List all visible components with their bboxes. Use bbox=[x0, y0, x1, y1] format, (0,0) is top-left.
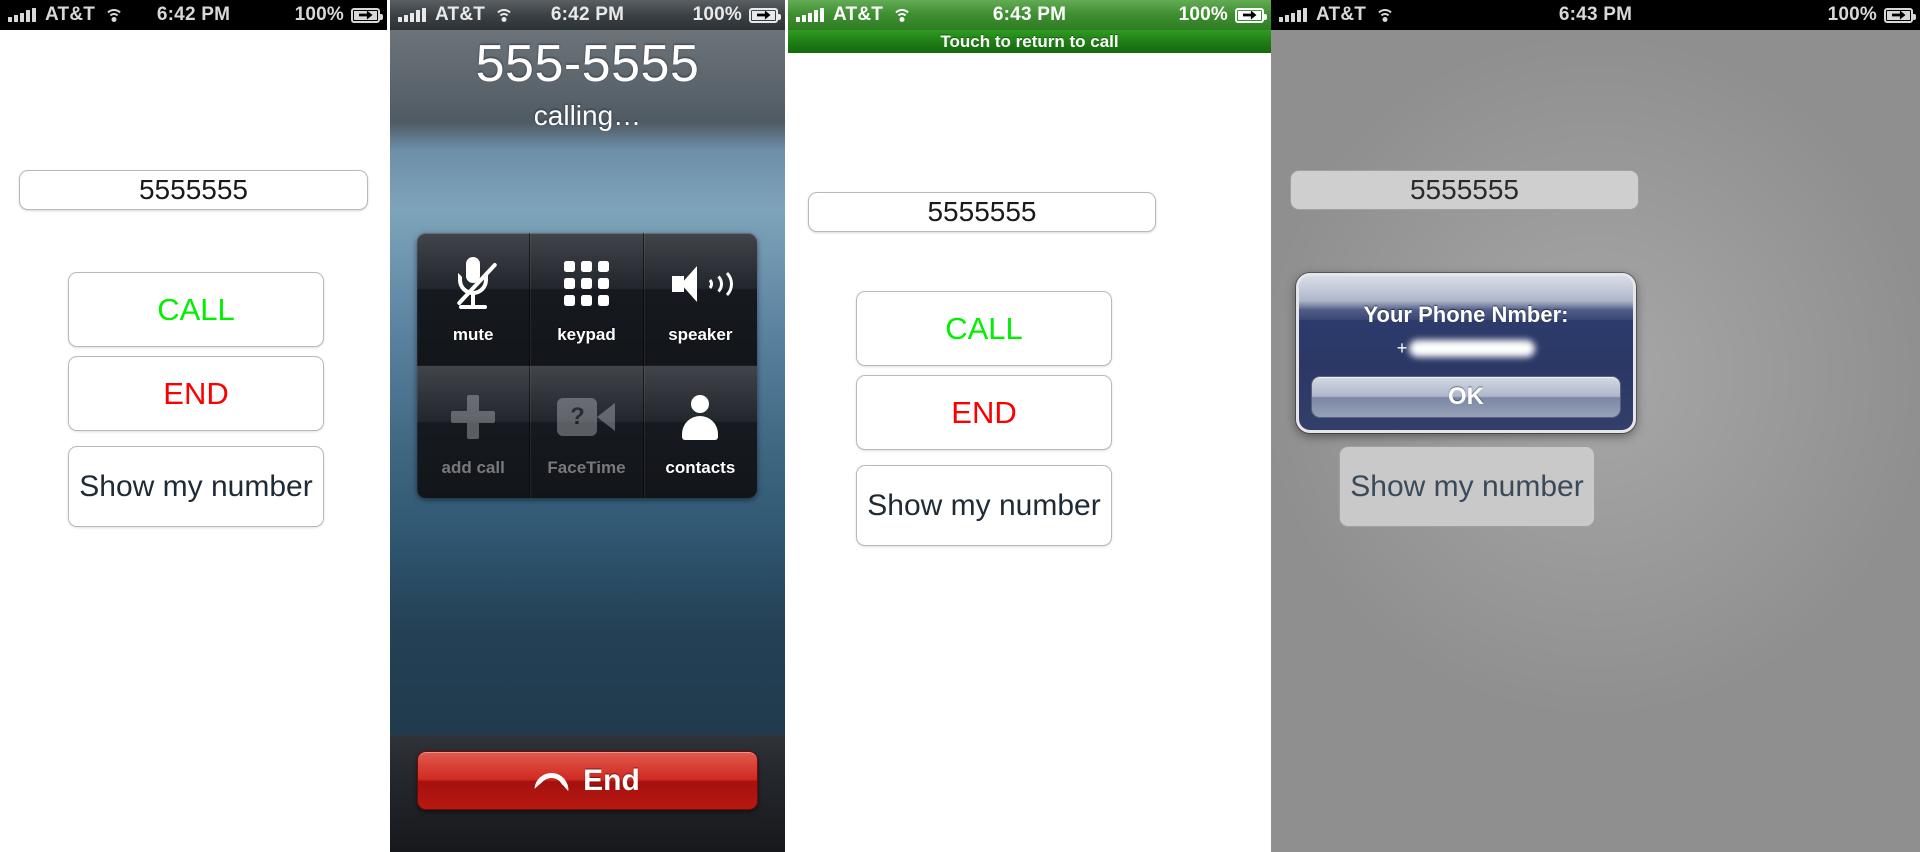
show-my-number-button: Show my number bbox=[1339, 446, 1595, 527]
status-bar-right: 100% bbox=[295, 4, 387, 26]
redacted-phone-number bbox=[1409, 340, 1536, 357]
carrier-label: AT&T bbox=[435, 4, 486, 25]
wifi-icon bbox=[1375, 8, 1395, 23]
phone-number-alert-dialog: Your Phone Nmber: + OK bbox=[1296, 273, 1636, 433]
add-call-label: add call bbox=[441, 457, 505, 477]
end-call-button[interactable]: End bbox=[417, 751, 758, 810]
panel-in-call-screen: AT&T 6:42 PM 100% 555-5555 calling… mute bbox=[390, 0, 785, 852]
end-button[interactable]: END bbox=[856, 375, 1112, 450]
alert-title: Your Phone Nmber: bbox=[1363, 302, 1569, 327]
facetime-glyph: ? bbox=[557, 397, 598, 436]
call-options-grid: mute keypad speaker add call ? FaceTime … bbox=[417, 233, 757, 498]
signal-bars-icon bbox=[1279, 8, 1307, 22]
status-bar-left: AT&T bbox=[390, 4, 514, 26]
screenshot-grid: AT&T 6:42 PM 100% 5555555 CALL END Show … bbox=[0, 0, 1920, 852]
app-body: 5555555 CALL END Show my number bbox=[788, 53, 1271, 852]
keypad-grid-icon bbox=[563, 253, 609, 315]
facetime-label: FaceTime bbox=[547, 457, 626, 477]
status-bar-left: AT&T bbox=[1271, 4, 1395, 26]
status-bar: AT&T 6:43 PM 100% bbox=[1271, 0, 1920, 30]
carrier-label: AT&T bbox=[45, 4, 96, 25]
called-number: 555-5555 bbox=[475, 35, 700, 93]
phone-number-input[interactable]: 5555555 bbox=[808, 192, 1156, 232]
wifi-icon bbox=[104, 8, 124, 23]
show-my-number-button[interactable]: Show my number bbox=[68, 446, 324, 527]
status-bar-right: 100% bbox=[1179, 4, 1271, 26]
battery-percent-label: 100% bbox=[692, 4, 742, 25]
alert-message-prefix: + bbox=[1396, 338, 1408, 358]
carrier-label: AT&T bbox=[1316, 4, 1367, 25]
keypad-button[interactable]: keypad bbox=[530, 233, 644, 366]
call-status-label: calling… bbox=[533, 100, 642, 131]
end-button[interactable]: END bbox=[68, 356, 324, 431]
wifi-icon bbox=[892, 8, 912, 23]
panel-dialer-before-call: AT&T 6:42 PM 100% 5555555 CALL END Show … bbox=[0, 0, 387, 852]
plus-icon bbox=[451, 386, 496, 448]
signal-bars-icon bbox=[398, 8, 426, 22]
battery-charging-icon bbox=[1235, 7, 1267, 23]
handset-hangup-icon bbox=[534, 771, 570, 791]
phone-number-input[interactable]: 5555555 bbox=[19, 170, 368, 210]
return-to-call-banner[interactable]: Touch to return to call bbox=[788, 30, 1271, 53]
battery-percent-label: 100% bbox=[1827, 4, 1877, 25]
status-bar: AT&T 6:42 PM 100% bbox=[0, 0, 387, 30]
contacts-button[interactable]: contacts bbox=[643, 365, 757, 498]
phone-number-input: 5555555 bbox=[1290, 170, 1639, 210]
battery-charging-icon bbox=[351, 7, 383, 23]
wifi-icon bbox=[494, 8, 514, 23]
speaker-label: speaker bbox=[668, 324, 733, 344]
show-my-number-button[interactable]: Show my number bbox=[856, 465, 1112, 546]
call-button[interactable]: CALL bbox=[68, 272, 324, 347]
panel-dialer-during-call: AT&T 6:43 PM 100% Touch to return to cal… bbox=[788, 0, 1271, 852]
call-button[interactable]: CALL bbox=[856, 291, 1112, 366]
battery-charging-icon bbox=[749, 7, 781, 23]
panel-dialer-with-alert: AT&T 6:43 PM 100% 5555555 CALL END Show … bbox=[1271, 0, 1920, 852]
microphone-muted-icon bbox=[451, 253, 498, 315]
contacts-label: contacts bbox=[665, 457, 736, 477]
alert-message: + bbox=[1299, 328, 1633, 359]
carrier-label: AT&T bbox=[833, 4, 884, 25]
status-bar: AT&T 6:42 PM 100% bbox=[390, 0, 785, 30]
signal-bars-icon bbox=[796, 8, 824, 22]
battery-percent-label: 100% bbox=[294, 4, 344, 25]
battery-percent-label: 100% bbox=[1178, 4, 1228, 25]
status-bar-left: AT&T bbox=[0, 4, 124, 26]
facetime-camera-icon: ? bbox=[557, 386, 616, 448]
status-bar-in-call: AT&T 6:43 PM 100% bbox=[788, 0, 1271, 30]
modal-overlay bbox=[1271, 30, 1920, 852]
status-bar-right: 100% bbox=[1828, 4, 1920, 26]
signal-bars-icon bbox=[8, 8, 36, 22]
mute-label: mute bbox=[452, 324, 494, 344]
app-body: 5555555 CALL END Show my number Your Pho… bbox=[1271, 30, 1920, 852]
keypad-label: keypad bbox=[557, 324, 616, 344]
end-call-bar: End bbox=[390, 735, 785, 852]
speaker-waves-icon bbox=[672, 253, 734, 315]
end-call-label: End bbox=[583, 763, 640, 797]
status-bar-left: AT&T bbox=[788, 4, 912, 26]
battery-charging-icon bbox=[1884, 7, 1916, 23]
mute-button[interactable]: mute bbox=[417, 233, 531, 366]
speaker-button[interactable]: speaker bbox=[643, 233, 757, 366]
facetime-button[interactable]: ? FaceTime bbox=[530, 365, 644, 498]
status-bar-right: 100% bbox=[693, 4, 785, 26]
add-call-button[interactable]: add call bbox=[417, 365, 531, 498]
alert-ok-button[interactable]: OK bbox=[1311, 376, 1621, 418]
contact-person-icon bbox=[680, 386, 720, 448]
app-body: 5555555 CALL END Show my number bbox=[0, 30, 387, 852]
call-screen: 555-5555 calling… mute keypad speaker ad… bbox=[390, 30, 785, 852]
call-header: 555-5555 calling… bbox=[390, 30, 785, 150]
